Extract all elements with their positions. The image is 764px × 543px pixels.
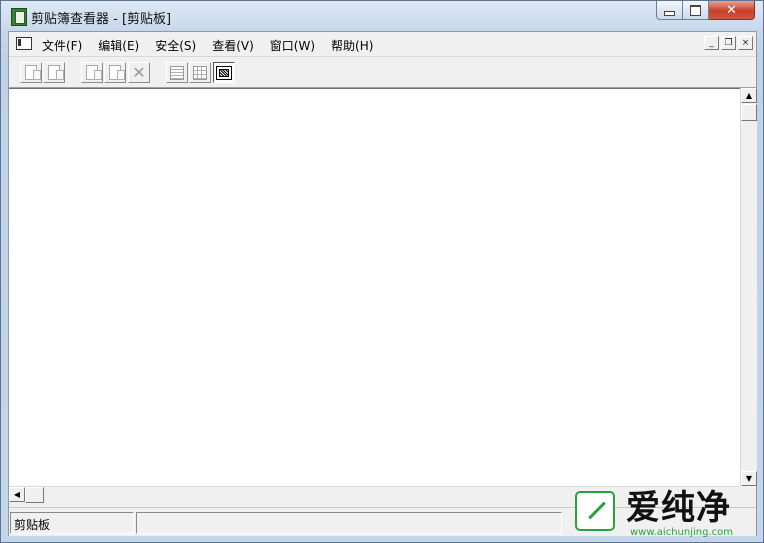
- delete-icon: ✕: [132, 62, 146, 82]
- close-icon: ✕: [726, 2, 737, 18]
- list-view-icon: [170, 65, 184, 80]
- document-window-icon[interactable]: [16, 37, 32, 50]
- horizontal-scroll-thumb[interactable]: [25, 487, 44, 503]
- menu-items: 文件(F) 编辑(E) 安全(S) 查看(V) 窗口(W) 帮助(H): [42, 37, 373, 54]
- clipbook-viewer-window: 剪贴簿查看器 - [剪贴板] ✕ 文件(F) 编辑(E) 安全(S) 查看(V)…: [0, 0, 764, 543]
- scroll-down-button[interactable]: ▼: [741, 471, 757, 486]
- status-pane-name: 剪贴板: [10, 512, 134, 534]
- child-minimize-button[interactable]: _: [704, 36, 719, 50]
- watermark-logo-icon: [575, 491, 615, 531]
- caption-buttons: ✕: [656, 1, 755, 22]
- menu-view[interactable]: 查看(V): [212, 37, 254, 54]
- scroll-up-button[interactable]: ▲: [741, 88, 757, 103]
- paste-icon: [109, 65, 125, 80]
- menu-file[interactable]: 文件(F): [42, 37, 82, 54]
- menu-help[interactable]: 帮助(H): [331, 37, 373, 54]
- menu-security[interactable]: 安全(S): [155, 37, 196, 54]
- child-restore-button[interactable]: ❐: [721, 36, 736, 50]
- paste-button[interactable]: [104, 62, 126, 83]
- clipboard-content-area[interactable]: [9, 88, 740, 487]
- watermark-title: 爱纯净: [626, 488, 731, 528]
- menu-window[interactable]: 窗口(W): [270, 37, 315, 54]
- down-arrow-icon: ▼: [745, 474, 753, 483]
- title-bar[interactable]: 剪贴簿查看器 - [剪贴板] ✕: [1, 1, 763, 31]
- menu-bar: 文件(F) 编辑(E) 安全(S) 查看(V) 窗口(W) 帮助(H) _ ❐ …: [9, 32, 756, 57]
- close-button[interactable]: ✕: [709, 1, 755, 20]
- minimize-button[interactable]: [656, 1, 683, 20]
- full-view-icon: [216, 65, 232, 80]
- left-arrow-icon: ◀: [13, 490, 21, 499]
- up-arrow-icon: ▲: [745, 91, 753, 100]
- copy-icon: [86, 65, 102, 80]
- minimize-icon: [664, 10, 675, 16]
- watermark-url: www.aichunjing.com: [630, 527, 733, 538]
- child-close-button[interactable]: ×: [738, 36, 753, 50]
- thumbnail-view-icon: [193, 65, 207, 80]
- watermark: 爱纯净 www.aichunjing.com: [570, 488, 760, 540]
- delete-button[interactable]: ✕: [128, 62, 150, 83]
- connect-icon: [25, 65, 41, 80]
- copy-button[interactable]: [81, 62, 103, 83]
- scroll-left-button[interactable]: ◀: [9, 487, 25, 502]
- status-pane-info: [136, 512, 562, 534]
- mdi-child-buttons: _ ❐ ×: [704, 36, 753, 50]
- window-title: 剪贴簿查看器 - [剪贴板]: [31, 12, 172, 27]
- full-view-button[interactable]: [213, 62, 235, 83]
- toolbar: ✕: [9, 57, 756, 88]
- disconnect-button[interactable]: [43, 62, 65, 83]
- maximize-icon: [690, 4, 701, 16]
- vertical-scroll-thumb[interactable]: [741, 104, 757, 121]
- list-view-button[interactable]: [166, 62, 188, 83]
- thumbnail-view-button[interactable]: [189, 62, 211, 83]
- menu-edit[interactable]: 编辑(E): [98, 37, 139, 54]
- vertical-scrollbar[interactable]: ▲ ▼: [740, 88, 757, 486]
- client-area: 文件(F) 编辑(E) 安全(S) 查看(V) 窗口(W) 帮助(H) _ ❐ …: [8, 31, 757, 536]
- clipbook-app-icon[interactable]: [11, 8, 27, 26]
- connect-button[interactable]: [20, 62, 42, 83]
- disconnect-icon: [48, 65, 64, 80]
- maximize-button[interactable]: [683, 1, 709, 20]
